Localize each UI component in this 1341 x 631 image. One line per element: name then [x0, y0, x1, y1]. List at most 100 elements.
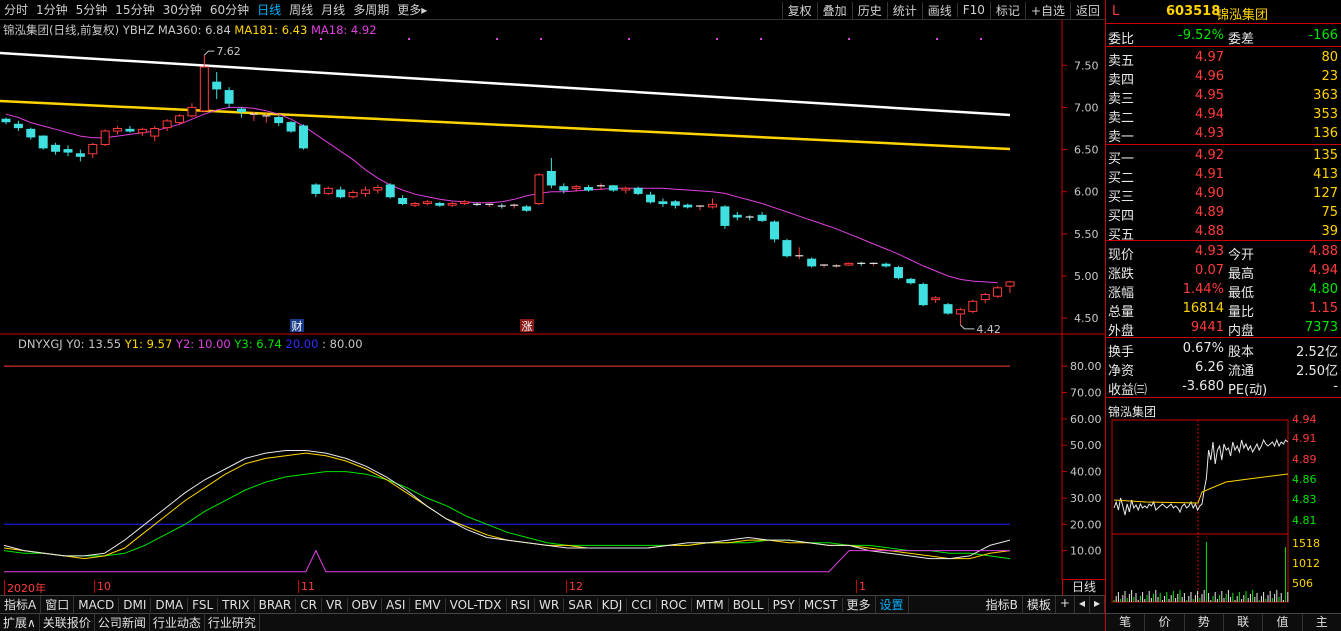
indicator-tab-psy[interactable]: PSY	[769, 597, 800, 612]
kline-chart[interactable]: 7.50 7.00 6.50 6.00 5.50 5.00 4.50 7.62 4.42 财 涨 锦…	[0, 20, 1105, 336]
indicator-tab-emv[interactable]: EMV	[410, 597, 446, 612]
candle-body	[546, 170, 556, 186]
indicator-tab-sar[interactable]: SAR	[564, 597, 598, 612]
indicator-chart[interactable]: 80.00 70.00 60.00 50.00 40.00 30.00 20.00 10.00…	[0, 335, 1105, 580]
indicator-tab-wr[interactable]: WR	[535, 597, 565, 612]
candle-body	[670, 201, 680, 206]
indicator-tab-item[interactable]: 更多	[843, 596, 876, 613]
intraday-mini-chart[interactable]: 4.94 4.91 4.89 4.86 4.83 4.81 1518 1012 506 锦泓集团	[1106, 402, 1341, 612]
ask-volume: 363	[1313, 88, 1338, 103]
indicator-tab-fsl[interactable]: FSL	[188, 597, 219, 612]
indicator-tab-kdj[interactable]: KDJ	[598, 597, 628, 612]
indicator-svg[interactable]: 80.00 70.00 60.00 50.00 40.00 30.00 20.00 10.00	[0, 335, 1105, 580]
candle-body	[1, 118, 11, 123]
indicator-tab-obv[interactable]: OBV	[348, 597, 383, 612]
period-tab-4[interactable]: 30分钟	[159, 1, 206, 18]
candle-body	[422, 201, 432, 205]
main-legend-item-0: YBHZ	[122, 23, 155, 37]
period-tab-3[interactable]: 15分钟	[111, 1, 158, 18]
indicator-tab-dmi[interactable]: DMI	[119, 597, 152, 612]
indicator-legend: DNYXGJ Y0: 13.55 Y1: 9.57 Y2: 10.00 Y3: …	[18, 337, 363, 351]
panel-tab-4[interactable]: 值	[1263, 614, 1303, 631]
indicator-tab-roc[interactable]: ROC	[657, 597, 692, 612]
bottom-tab-3[interactable]: 行业动态	[150, 614, 205, 631]
indicator-tab-mtm[interactable]: MTM	[692, 597, 729, 612]
tool-button-4[interactable]: 画线	[921, 1, 957, 19]
tool-button-7[interactable]: +自选	[1024, 1, 1070, 19]
period-tab-7[interactable]: 周线	[285, 1, 317, 18]
bottom-tab-0[interactable]: 扩展∧	[0, 614, 40, 631]
ask-price: 4.93	[1195, 126, 1224, 141]
kline-svg[interactable]: 7.50 7.00 6.50 6.00 5.50 5.00 4.50 7.62 4.42 财 涨	[0, 20, 1105, 336]
indicator-tab-vr[interactable]: VR	[322, 597, 348, 612]
indicator-tab-item[interactable]: 窗口	[41, 596, 75, 613]
period-tab-6[interactable]: 日线	[253, 1, 285, 18]
bid-price: 4.89	[1195, 205, 1224, 220]
tool-button-3[interactable]: 统计	[886, 1, 922, 19]
price-tick-label: 5.00	[1074, 270, 1099, 283]
weibi-value: -9.52%	[1178, 28, 1224, 43]
indicator-tab-macd[interactable]: MACD	[74, 597, 120, 612]
bottom-tab-2[interactable]: 公司新闻	[95, 614, 150, 631]
ind-legend-item-5: 20.00	[285, 337, 323, 351]
panel-tab-5[interactable]: 主	[1303, 614, 1341, 631]
indicator-tab-mcst[interactable]: MCST	[800, 597, 843, 612]
quote-label: 现价	[1108, 248, 1135, 263]
period-tab-10[interactable]: 更多▸	[393, 1, 431, 18]
ind-tick-label: 20.00	[1070, 518, 1102, 531]
tool-button-2[interactable]: 历史	[851, 1, 887, 19]
indicator-tab-item[interactable]: 设置	[876, 596, 909, 613]
bottom-tab-1[interactable]: 关联报价	[40, 614, 95, 631]
quote-value: 4.93	[1195, 244, 1224, 259]
period-tab-0[interactable]: 分时	[0, 1, 32, 18]
indicator-tab-rsi[interactable]: RSI	[507, 597, 536, 612]
period-tab-1[interactable]: 1分钟	[32, 1, 72, 18]
bid-label: 买一	[1108, 152, 1135, 167]
bid-price: 4.92	[1195, 148, 1224, 163]
period-tab-2[interactable]: 5分钟	[72, 1, 112, 18]
panel-tab-0[interactable]: 笔	[1106, 614, 1146, 631]
mini-tick: 4.86	[1292, 473, 1317, 486]
indicator-right-button-2[interactable]: +	[1056, 596, 1075, 613]
indicator-right-button-1[interactable]: 模板	[1023, 596, 1056, 613]
panel-tab-3[interactable]: 联	[1224, 614, 1264, 631]
event-marker[interactable]: 涨	[522, 320, 533, 333]
indicator-tab-vol-tdx[interactable]: VOL-TDX	[446, 597, 507, 612]
fund-value: -3.680	[1182, 379, 1224, 394]
ask-label: 卖二	[1108, 111, 1135, 126]
bottom-tab-4[interactable]: 行业研究	[205, 614, 260, 631]
bid-volume: 413	[1313, 167, 1338, 182]
indicator-right-button-3[interactable]: ◂	[1075, 596, 1090, 613]
indicator-right-button-4[interactable]: ▸	[1090, 596, 1105, 613]
tool-button-1[interactable]: 叠加	[816, 1, 852, 19]
candle-body	[336, 189, 346, 198]
tool-button-0[interactable]: 复权	[781, 1, 817, 19]
period-tab-8[interactable]: 月线	[317, 1, 349, 18]
indicator-tab-cr[interactable]: CR	[296, 597, 322, 612]
date-label-0: 2020年	[4, 580, 46, 596]
period-tab-5[interactable]: 60分钟	[206, 1, 253, 18]
event-marker[interactable]: 财	[292, 319, 303, 333]
tool-button-5[interactable]: F10	[956, 3, 990, 17]
bid-label: 买四	[1108, 209, 1135, 224]
panel-tab-1[interactable]: 价	[1145, 614, 1185, 631]
tool-button-8[interactable]: 返回	[1069, 1, 1105, 19]
indicator-tab-brar[interactable]: BRAR	[255, 597, 297, 612]
fund-row: 收益㈢ -3.680 PE(动) -	[1106, 378, 1341, 398]
period-tab-9[interactable]: 多周期	[349, 1, 393, 18]
quote-value: 1.15	[1309, 301, 1338, 316]
ind-legend-item-1: Y0: 13.55	[66, 337, 125, 351]
indicator-tab-dma[interactable]: DMA	[151, 597, 189, 612]
signal-dot	[320, 38, 322, 40]
indicator-tab-trix[interactable]: TRIX	[218, 597, 255, 612]
tool-button-6[interactable]: 标记	[989, 1, 1025, 19]
candle-body	[237, 108, 247, 113]
intraday-svg[interactable]: 4.94 4.91 4.89 4.86 4.83 4.81 1518 1012 506	[1106, 402, 1341, 612]
indicator-tab-cci[interactable]: CCI	[627, 597, 657, 612]
indicator-tab-a[interactable]: 指标A	[0, 596, 42, 613]
fund-label: 净资	[1108, 364, 1135, 379]
indicator-right-button-0[interactable]: 指标B	[982, 596, 1023, 613]
indicator-tab-asi[interactable]: ASI	[382, 597, 411, 612]
indicator-tab-boll[interactable]: BOLL	[729, 597, 769, 612]
panel-tab-2[interactable]: 势	[1185, 614, 1224, 631]
